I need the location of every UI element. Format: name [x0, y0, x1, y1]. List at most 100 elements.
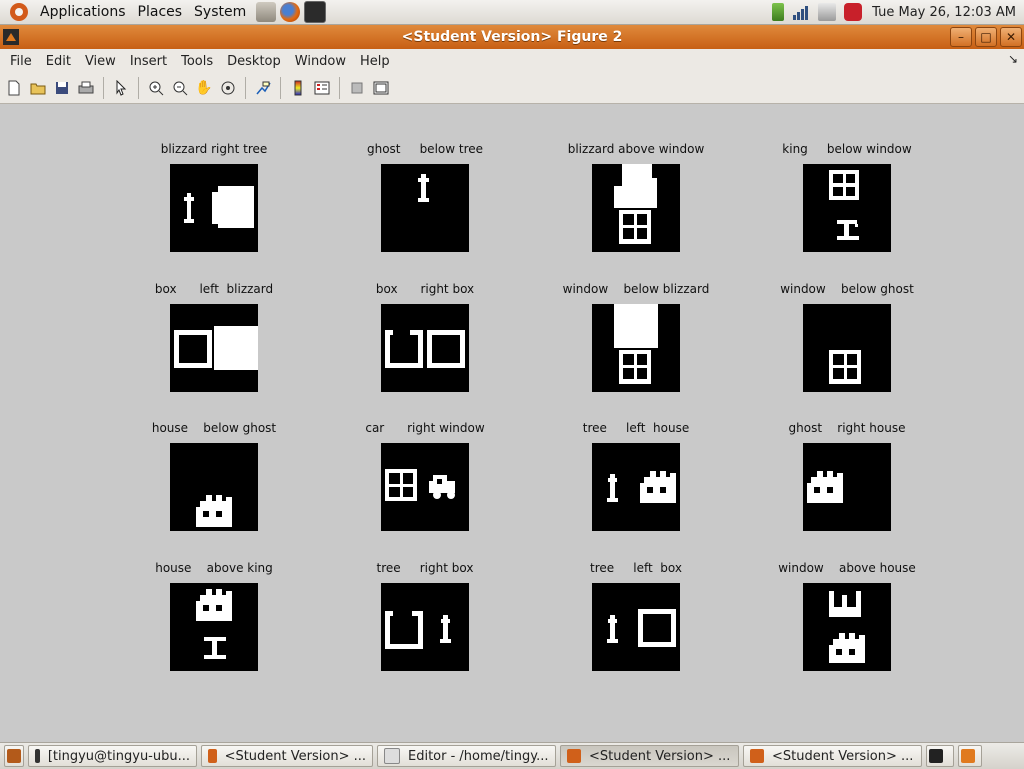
panel-title: tree right box — [376, 561, 474, 575]
panel-title: box right box — [375, 282, 475, 296]
print-icon[interactable] — [76, 78, 96, 98]
window-title: <Student Version> Figure 2 — [401, 29, 623, 45]
menubar: File Edit View Insert Tools Desktop Wind… — [0, 49, 1024, 73]
terminal-icon[interactable] — [304, 1, 327, 23]
matlab-icon — [567, 749, 581, 763]
menu-tools[interactable]: Tools — [175, 54, 219, 69]
battery-icon[interactable] — [772, 3, 785, 21]
firefox-icon[interactable] — [280, 2, 301, 22]
save-icon[interactable] — [52, 78, 72, 98]
menu-desktop[interactable]: Desktop — [221, 54, 287, 69]
power-icon[interactable] — [844, 3, 863, 21]
matlab-icon — [208, 749, 217, 763]
toolbar-separator — [245, 77, 246, 99]
network-icon[interactable] — [792, 3, 810, 21]
image-axes[interactable] — [803, 304, 891, 392]
ubuntu-logo-icon[interactable] — [10, 3, 28, 21]
toolbar-separator — [339, 77, 340, 99]
image-axes[interactable] — [592, 304, 680, 392]
figure-canvas[interactable]: blizzard right tree ghost below tree blizz… — [0, 104, 1024, 742]
panel-title: car right window — [365, 421, 485, 435]
taskbar-item-label: <Student Version> ... — [772, 748, 914, 764]
close-button[interactable]: ✕ — [1000, 27, 1022, 47]
image-axes[interactable] — [592, 443, 680, 531]
figure-toolbar: ✋ — [0, 73, 1024, 104]
taskbar-item-active[interactable]: <Student Version> ... — [560, 745, 739, 767]
matlab-icon[interactable] — [3, 29, 19, 45]
menu-view[interactable]: View — [79, 54, 122, 69]
hide-plot-tools-icon[interactable] — [347, 78, 367, 98]
minimize-button[interactable]: – — [950, 27, 972, 47]
panel-title: house above king — [155, 561, 273, 575]
image-axes[interactable] — [381, 304, 469, 392]
image-axes[interactable] — [381, 583, 469, 671]
top-panel: Applications Places System Tue May 26, 1… — [0, 0, 1024, 25]
system-menu[interactable]: System — [188, 4, 252, 20]
image-axes[interactable] — [170, 304, 258, 392]
image-axes[interactable] — [170, 443, 258, 531]
taskbar-item[interactable]: [tingyu@tingyu-ubu... — [28, 745, 197, 767]
legend-icon[interactable] — [312, 78, 332, 98]
image-axes[interactable] — [170, 583, 258, 671]
panel-title: house below ghost — [151, 421, 277, 435]
window-titlebar[interactable]: <Student Version> Figure 2 – □ ✕ — [0, 25, 1024, 49]
panel-title: window below ghost — [780, 282, 914, 296]
data-cursor-icon[interactable] — [253, 78, 273, 98]
panel-title: window above house — [778, 561, 916, 575]
image-axes[interactable] — [592, 164, 680, 252]
taskbar-item[interactable]: <Student Version> ... — [743, 745, 922, 767]
menu-insert[interactable]: Insert — [124, 54, 173, 69]
places-menu[interactable]: Places — [132, 4, 189, 20]
new-figure-icon[interactable] — [4, 78, 24, 98]
menu-window[interactable]: Window — [289, 54, 352, 69]
menu-edit[interactable]: Edit — [40, 54, 77, 69]
colorbar-icon[interactable] — [288, 78, 308, 98]
taskbar-item-label: Editor - /home/tingy... — [408, 748, 549, 764]
maximize-button[interactable]: □ — [975, 27, 997, 47]
volume-icon[interactable] — [818, 3, 837, 21]
workspace-switcher[interactable] — [926, 745, 954, 767]
applications-menu[interactable]: Applications — [34, 4, 132, 20]
taskbar-item-label: <Student Version> ... — [589, 748, 731, 764]
image-axes[interactable] — [381, 443, 469, 531]
panel-title: king below window — [782, 142, 912, 156]
pointer-icon[interactable] — [111, 78, 131, 98]
image-axes[interactable] — [803, 583, 891, 671]
show-plot-tools-icon[interactable] — [371, 78, 391, 98]
toolbar-separator — [138, 77, 139, 99]
image-axes[interactable] — [592, 583, 680, 671]
menu-help[interactable]: Help — [354, 54, 396, 69]
settings-icon[interactable] — [256, 2, 277, 22]
system-tray: Tue May 26, 12:03 AM — [768, 0, 1024, 24]
taskbar-item[interactable]: Editor - /home/tingy... — [377, 745, 556, 767]
panel-title: tree left house — [582, 421, 690, 435]
taskbar-item-label: <Student Version> ... — [224, 748, 366, 764]
zoom-out-icon[interactable] — [170, 78, 190, 98]
panel-title: blizzard right tree — [160, 142, 268, 156]
panel-title: blizzard above window — [567, 142, 705, 156]
pan-icon[interactable]: ✋ — [194, 78, 214, 98]
image-axes[interactable] — [803, 443, 891, 531]
trash-icon[interactable] — [958, 745, 982, 767]
panel-title: ghost below tree — [366, 142, 484, 156]
image-axes[interactable] — [803, 164, 891, 252]
toolbar-separator — [103, 77, 104, 99]
clock[interactable]: Tue May 26, 12:03 AM — [866, 5, 1024, 20]
panel-title: ghost right house — [788, 421, 906, 435]
show-desktop-button[interactable] — [4, 745, 24, 767]
taskbar-item[interactable]: <Student Version> ... — [201, 745, 373, 767]
taskbar: [tingyu@tingyu-ubu... <Student Version> … — [0, 742, 1024, 769]
panel-title: window below blizzard — [562, 282, 710, 296]
zoom-in-icon[interactable] — [146, 78, 166, 98]
dock-arrow-icon[interactable]: ↘ — [1008, 52, 1018, 66]
rotate-icon[interactable] — [218, 78, 238, 98]
image-axes[interactable] — [381, 164, 469, 252]
open-icon[interactable] — [28, 78, 48, 98]
editor-icon — [384, 748, 400, 764]
menu-file[interactable]: File — [4, 54, 38, 69]
image-axes[interactable] — [170, 164, 258, 252]
matlab-icon — [750, 749, 764, 763]
taskbar-item-label: [tingyu@tingyu-ubu... — [47, 748, 190, 764]
terminal-icon — [35, 749, 40, 763]
panel-title: box left blizzard — [154, 282, 274, 296]
